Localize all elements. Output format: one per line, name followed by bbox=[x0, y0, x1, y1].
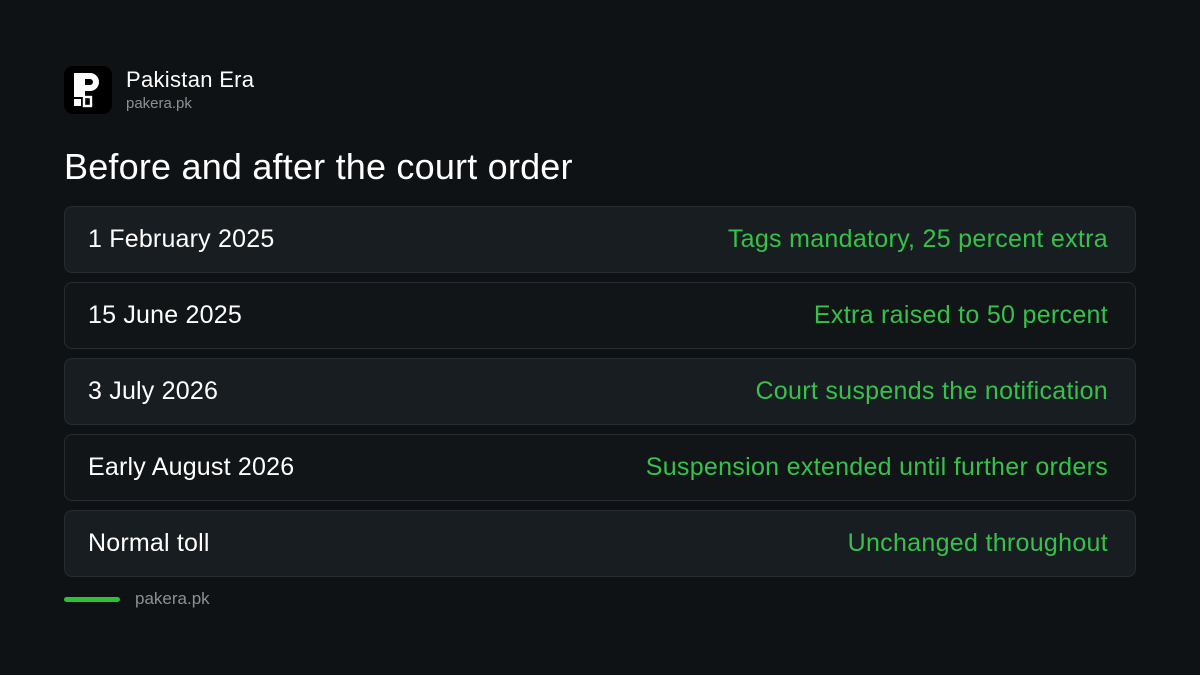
row-event: Extra raised to 50 percent bbox=[813, 301, 1108, 329]
row-date: 15 June 2025 bbox=[88, 301, 242, 329]
accent-bar bbox=[64, 596, 120, 602]
infographic-card: Pakistan Era pakera.pk Before and after … bbox=[0, 0, 1200, 675]
row-date: Normal toll bbox=[88, 529, 210, 557]
brand-header: Pakistan Era pakera.pk bbox=[64, 66, 254, 114]
row-event: Court suspends the notification bbox=[755, 377, 1108, 405]
timeline-row: Early August 2026 Suspension extended un… bbox=[64, 434, 1136, 501]
brand-name: Pakistan Era bbox=[126, 66, 255, 92]
timeline-row: Normal toll Unchanged throughout bbox=[64, 510, 1136, 577]
footer: pakera.pk bbox=[64, 589, 210, 609]
row-date: 3 July 2026 bbox=[88, 377, 219, 405]
timeline-row: 3 July 2026 Court suspends the notificat… bbox=[64, 358, 1136, 425]
row-event: Suspension extended until further orders bbox=[645, 453, 1108, 481]
row-event: Unchanged throughout bbox=[847, 529, 1108, 557]
row-date: 1 February 2025 bbox=[88, 225, 275, 253]
row-date: Early August 2026 bbox=[88, 453, 295, 481]
row-event: Tags mandatory, 25 percent extra bbox=[727, 225, 1108, 253]
timeline-row: 1 February 2025 Tags mandatory, 25 perce… bbox=[64, 206, 1136, 273]
timeline-list: 1 February 2025 Tags mandatory, 25 perce… bbox=[64, 206, 1136, 586]
page-title: Before and after the court order bbox=[64, 146, 573, 187]
pakera-logo-icon bbox=[64, 66, 112, 114]
footer-url: pakera.pk bbox=[135, 589, 210, 608]
timeline-row: 15 June 2025 Extra raised to 50 percent bbox=[64, 282, 1136, 349]
brand-url: pakera.pk bbox=[126, 94, 192, 112]
